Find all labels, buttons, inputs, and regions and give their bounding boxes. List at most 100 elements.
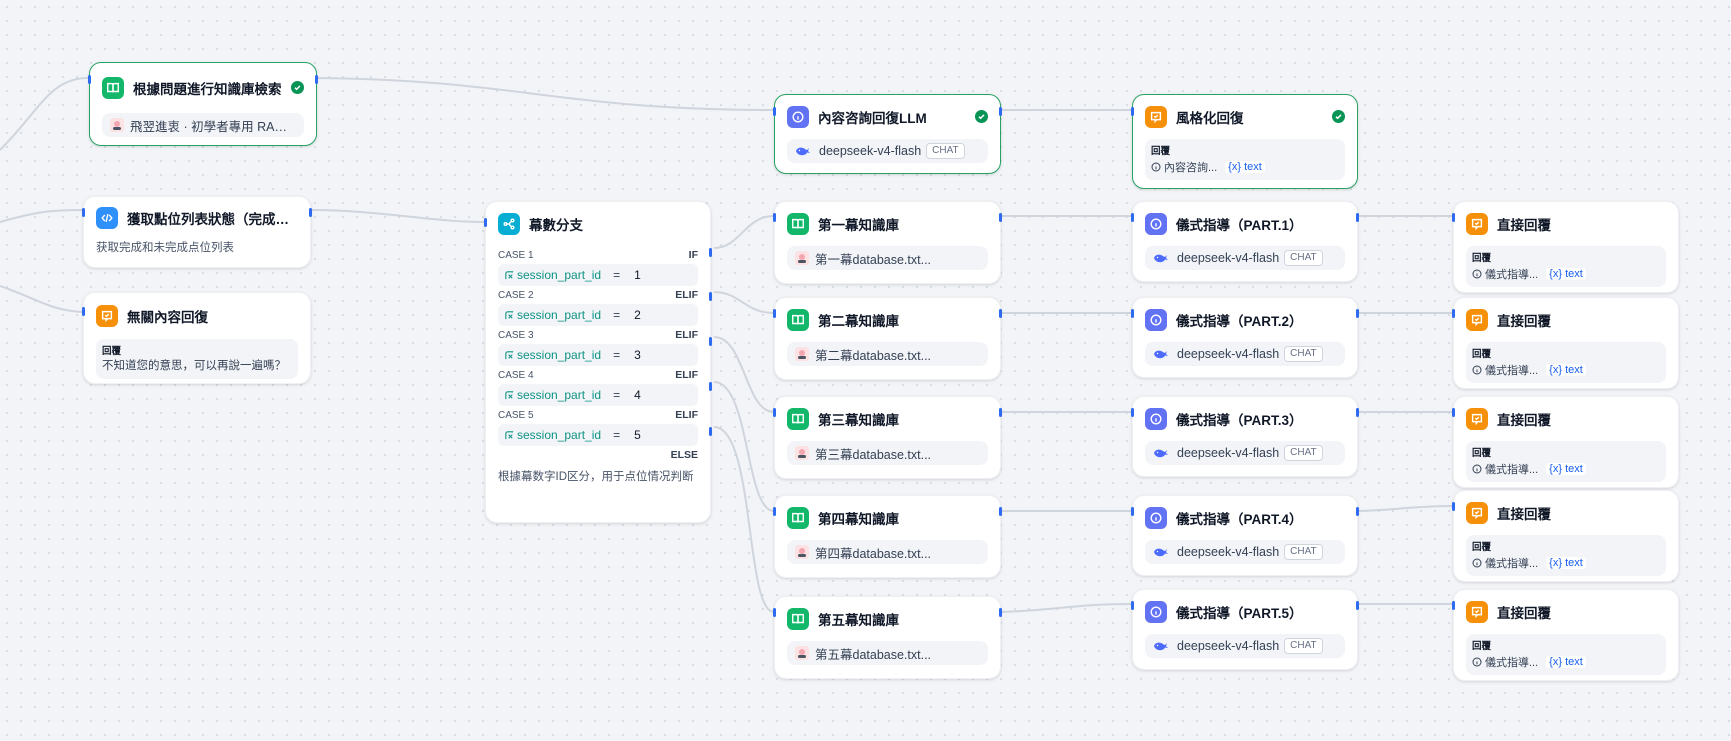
node-direct-answer-2[interactable]: 直接回覆 回覆 儀式指導... {x} text: [1452, 297, 1679, 389]
branch-icon: [498, 213, 520, 235]
node-style-reply[interactable]: 風格化回復 回覆 內容咨詢... {x} text: [1131, 94, 1358, 189]
variable-node: 儀式指導...: [1485, 365, 1539, 377]
case-output-handle[interactable]: [709, 292, 712, 301]
node-llm-part-5[interactable]: 儀式指導（PART.5） deepseek-v4-flash CHAT: [1131, 589, 1359, 670]
node-title: 無關內容回復: [127, 310, 208, 325]
case-output-handle[interactable]: [709, 382, 712, 391]
model-mode-badge: CHAT: [926, 143, 965, 159]
node-title: 風格化回復: [1176, 111, 1244, 126]
node-title: 儀式指導（PART.4）: [1176, 512, 1303, 527]
code-icon: [96, 207, 118, 229]
dataset-avatar-icon: [795, 347, 809, 361]
variable-source-icon: [1151, 162, 1161, 172]
condition-value: 1: [634, 268, 641, 282]
node-llm-part-2[interactable]: 儀式指導（PART.2） deepseek-v4-flash CHAT: [1131, 297, 1359, 378]
node-direct-answer-4[interactable]: 直接回覆 回覆 儀式指導... {x} text: [1452, 490, 1679, 582]
node-fetch-status[interactable]: 獲取點位列表狀態（完成和... 获取完成和未完成点位列表: [82, 196, 312, 268]
case-output-handle[interactable]: [709, 248, 712, 257]
node-llm-part-4[interactable]: 儀式指導（PART.4） deepseek-v4-flash CHAT: [1131, 495, 1359, 576]
case-header: CASE 4 ELIF: [486, 366, 710, 384]
variable-name: {x} text: [1546, 268, 1586, 280]
model-mode-badge: CHAT: [1284, 445, 1323, 461]
book-icon: [787, 408, 809, 430]
case-output-handle[interactable]: [709, 337, 712, 346]
model-mode-badge: CHAT: [1284, 544, 1323, 560]
answer-label: 回覆: [1472, 448, 1492, 459]
case-header: CASE 5 ELIF: [486, 406, 710, 424]
variable-node: 儀式指導...: [1485, 657, 1539, 669]
condition-variable: session_part_id: [517, 388, 602, 402]
edge-fetch-branch: [310, 209, 486, 223]
node-description: 获取完成和未完成点位列表: [96, 242, 234, 254]
deepseek-whale-icon: [1154, 350, 1168, 359]
node-direct-answer-5[interactable]: 直接回覆 回覆 儀式指導... {x} text: [1452, 589, 1679, 681]
model-mode-badge: CHAT: [1284, 250, 1323, 266]
dataset-name: 第一幕database.txt...: [815, 252, 932, 267]
llm-icon: [1145, 408, 1167, 430]
node-title: 第五幕知識庫: [818, 613, 899, 628]
node-direct-answer-1[interactable]: 直接回覆 回覆 儀式指導... {x} text: [1452, 201, 1679, 293]
dataset-avatar-icon: [795, 646, 809, 660]
llm-icon: [787, 106, 809, 128]
variable-source-icon: [1472, 365, 1482, 375]
variable-source-icon: [1472, 558, 1482, 568]
variable-source-icon: [1472, 657, 1482, 667]
case-header: CASE 2 ELIF: [486, 286, 710, 304]
node-kb-part-4[interactable]: 第四幕知識庫 第四幕database.txt...: [773, 495, 1002, 578]
model-name: deepseek-v4-flash: [819, 144, 922, 158]
llm-icon: [1145, 309, 1167, 331]
node-kb-part-3[interactable]: 第三幕知識庫 第三幕database.txt...: [773, 396, 1002, 479]
dataset-avatar-icon: [795, 251, 809, 265]
node-kb-part-2[interactable]: 第二幕知識庫 第二幕database.txt...: [773, 297, 1002, 380]
variable-name: {x} text: [1225, 161, 1265, 173]
case-header: CASE 1 IF: [486, 246, 710, 264]
node-irrelevant-answer[interactable]: 無關內容回復 回覆 不知道您的意思，可以再說一遍嗎？: [82, 292, 311, 384]
case-condition[interactable]: session_part_id = 1: [498, 264, 698, 286]
node-title: 幕數分支: [529, 218, 583, 233]
variable-icon: [505, 390, 514, 399]
node-branch[interactable]: 幕數分支 CASE 1 IF session_part_id = 1 CASE 2 ELIF…: [484, 201, 712, 523]
node-direct-answer-3[interactable]: 直接回覆 回覆 儀式指導... {x} text: [1452, 396, 1679, 488]
node-kb-search[interactable]: 根據問題進行知識庫檢索 飛翌進衷 · 初學者專用 RAG 知識...: [88, 62, 318, 146]
case-keyword: ELIF: [675, 289, 698, 301]
node-llm-part-1[interactable]: 儀式指導（PART.1） deepseek-v4-flash CHAT: [1131, 201, 1359, 282]
node-title: 獲取點位列表狀態（完成和...: [127, 212, 298, 227]
node-llm-content[interactable]: 內容咨詢回復LLM deepseek-v4-flash CHAT: [773, 94, 1002, 174]
dataset-avatar-icon: [110, 118, 124, 132]
variable-source-icon: [1472, 269, 1482, 279]
book-icon: [787, 309, 809, 331]
answer-icon: [1466, 502, 1488, 524]
answer-icon: [1145, 106, 1167, 128]
case-label: CASE 3: [498, 329, 534, 341]
case-header: CASE 3 ELIF: [486, 326, 710, 344]
edge-kb5-llm5: [1000, 603, 1133, 613]
condition-value: 2: [634, 308, 641, 322]
branch-cases: CASE 1 IF session_part_id = 1 CASE 2 ELIF sessi…: [486, 246, 710, 446]
dataset-name: 第三幕database.txt...: [815, 447, 932, 462]
edge-case5-kb5: [713, 426, 775, 613]
condition-operator: =: [613, 428, 621, 442]
edge-entry-irrelevant: [0, 285, 83, 313]
case-output-handle[interactable]: [709, 427, 712, 436]
variable-source-icon: [1472, 464, 1482, 474]
condition-value: 5: [634, 428, 641, 442]
book-icon: [102, 77, 124, 99]
answer-icon: [1466, 309, 1488, 331]
node-kb-part-1[interactable]: 第一幕知識庫 第一幕database.txt...: [773, 201, 1002, 284]
node-llm-part-3[interactable]: 儀式指導（PART.3） deepseek-v4-flash CHAT: [1131, 396, 1359, 477]
case-keyword: ELIF: [675, 329, 698, 341]
node-title: 直接回覆: [1497, 606, 1551, 621]
llm-icon: [1145, 507, 1167, 529]
case-condition[interactable]: session_part_id = 5: [498, 424, 698, 446]
model-name: deepseek-v4-flash: [1177, 545, 1280, 559]
book-icon: [787, 507, 809, 529]
case-condition[interactable]: session_part_id = 2: [498, 304, 698, 326]
dataset-name: 飛翌進衷 · 初學者專用 RAG 知識...: [130, 119, 296, 134]
edge-llm4-ans4: [1357, 505, 1454, 512]
case-condition[interactable]: session_part_id = 4: [498, 384, 698, 406]
node-title: 直接回覆: [1497, 507, 1551, 522]
case-condition[interactable]: session_part_id = 3: [498, 344, 698, 366]
node-title: 第二幕知識庫: [818, 314, 899, 329]
dataset-name: 第四幕database.txt...: [815, 546, 932, 561]
node-kb-part-5[interactable]: 第五幕知識庫 第五幕database.txt...: [773, 596, 1002, 679]
